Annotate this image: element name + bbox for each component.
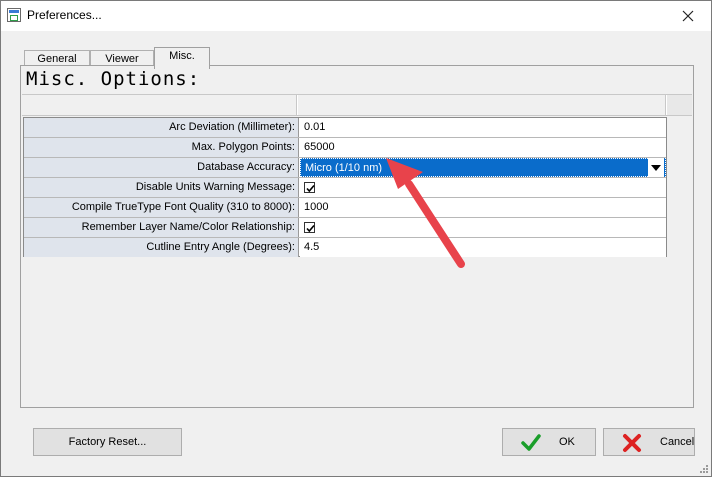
panel-heading: Misc. Options: <box>26 68 201 90</box>
database-accuracy-dropdown[interactable]: Micro (1/10 nm) <box>300 158 666 177</box>
checkmark-icon <box>521 434 541 451</box>
option-row-cutline-angle: Cutline Entry Angle (Degrees): 4.5 <box>24 238 666 258</box>
cancel-label: Cancel <box>660 436 695 448</box>
checkmark-icon <box>306 224 315 233</box>
grid-header-col-extra[interactable] <box>667 95 692 115</box>
option-label: Compile TrueType Font Quality (310 to 80… <box>24 198 299 217</box>
grid-header-col-label[interactable] <box>22 95 297 115</box>
max-polygon-points-input[interactable]: 65000 <box>300 138 666 157</box>
option-label: Remember Layer Name/Color Relationship: <box>24 218 299 237</box>
ok-button[interactable]: OK <box>502 428 596 456</box>
checkmark-icon <box>306 184 315 193</box>
factory-reset-label: Factory Reset... <box>68 436 147 448</box>
option-row-truetype-quality: Compile TrueType Font Quality (310 to 80… <box>24 198 666 218</box>
grid-header <box>22 94 692 116</box>
app-icon <box>7 8 21 22</box>
misc-tab-panel: Misc. Options: Arc Deviation (Millimeter… <box>20 65 694 408</box>
close-button[interactable] <box>665 1 711 31</box>
truetype-quality-input[interactable]: 1000 <box>300 198 666 217</box>
close-icon <box>682 10 694 22</box>
remember-layer-checkbox[interactable] <box>304 222 315 233</box>
option-row-remember-layer: Remember Layer Name/Color Relationship: <box>24 218 666 238</box>
disable-units-warning-checkbox[interactable] <box>304 182 315 193</box>
disable-units-warning-cell <box>300 178 666 197</box>
option-label: Database Accuracy: <box>24 158 299 177</box>
option-label: Max. Polygon Points: <box>24 138 299 157</box>
option-label: Cutline Entry Angle (Degrees): <box>24 238 299 257</box>
cutline-angle-input[interactable]: 4.5 <box>300 238 666 257</box>
option-label: Arc Deviation (Millimeter): <box>24 118 299 137</box>
x-icon <box>623 434 641 452</box>
option-label: Disable Units Warning Message: <box>24 178 299 197</box>
cancel-button[interactable]: Cancel <box>603 428 695 456</box>
options-grid: Arc Deviation (Millimeter): 0.01 Max. Po… <box>23 117 667 257</box>
option-row-database-accuracy: Database Accuracy: Micro (1/10 nm) <box>24 158 666 178</box>
arc-deviation-input[interactable]: 0.01 <box>300 118 666 137</box>
tab-misc[interactable]: Misc. <box>154 47 210 69</box>
factory-reset-button[interactable]: Factory Reset... <box>33 428 182 456</box>
window-title: Preferences... <box>27 8 102 22</box>
chevron-down-icon[interactable] <box>648 158 664 177</box>
preferences-window: Preferences... General Viewer Misc. Misc… <box>0 0 712 477</box>
remember-layer-cell <box>300 218 666 237</box>
grid-header-col-value[interactable] <box>298 95 666 115</box>
option-row-arc-deviation: Arc Deviation (Millimeter): 0.01 <box>24 118 666 138</box>
title-bar[interactable]: Preferences... <box>1 1 711 31</box>
ok-label: OK <box>559 436 575 448</box>
option-row-max-polygon-points: Max. Polygon Points: 65000 <box>24 138 666 158</box>
database-accuracy-value: Micro (1/10 nm) <box>305 162 383 174</box>
option-row-disable-units-warning: Disable Units Warning Message: <box>24 178 666 198</box>
resize-grip-icon[interactable] <box>699 464 709 474</box>
